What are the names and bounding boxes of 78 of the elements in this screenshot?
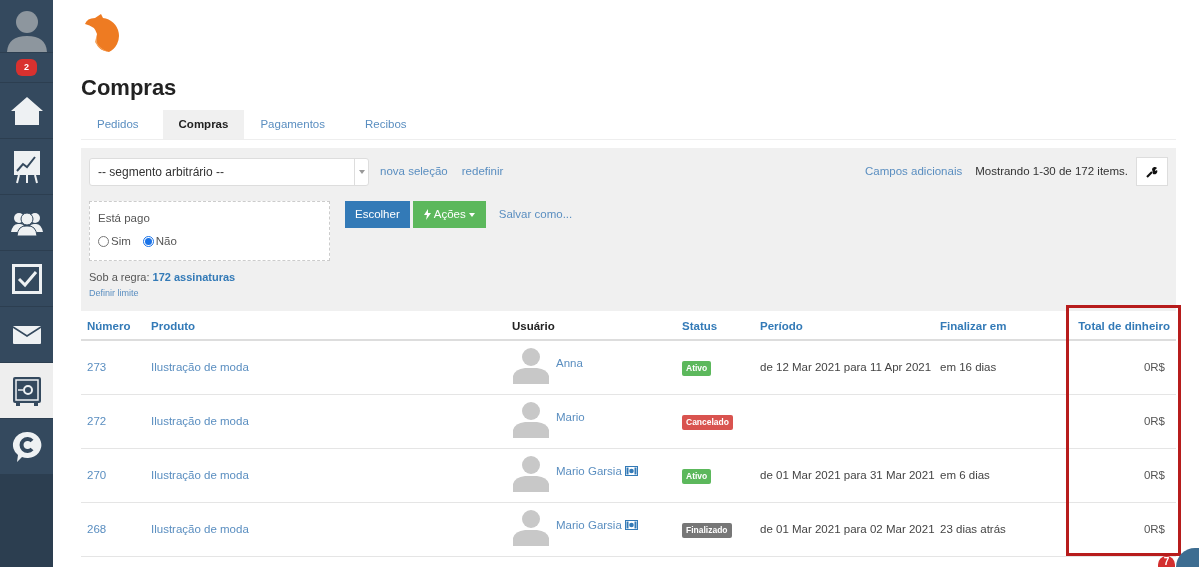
column-header[interactable]: Período [760, 320, 803, 332]
actions-button[interactable]: Ações [412, 201, 486, 228]
radio-option[interactable]: Sim [98, 233, 131, 251]
column-header: Usuário [512, 320, 555, 332]
end-time-text: 23 dias atrás [940, 522, 1006, 535]
tab[interactable]: Recibos [349, 110, 423, 139]
column-header[interactable]: Produto [151, 320, 196, 332]
sidebar-item[interactable] [0, 139, 53, 195]
radio-icon[interactable] [98, 236, 109, 248]
link[interactable]: nova seleção [380, 162, 448, 181]
sidebar-item[interactable] [0, 307, 53, 363]
period-text: de 12 Mar 2021 para 11 Apr 2021 [760, 360, 932, 373]
chat-icon [11, 430, 42, 463]
user-avatar-icon [512, 507, 550, 546]
order-number-link[interactable]: 268 [87, 522, 107, 535]
column-header[interactable]: Status [682, 320, 718, 332]
tab[interactable]: Compras [162, 110, 245, 139]
user-avatar-icon [512, 345, 550, 384]
total-amount: 0R$ [1143, 414, 1165, 427]
home-icon [9, 95, 44, 126]
tab[interactable]: Pedidos [81, 110, 155, 139]
end-time-text: em 16 dias [940, 360, 997, 373]
sidebar-item[interactable] [0, 83, 53, 139]
user-link[interactable]: Anna [556, 354, 583, 372]
product-link[interactable]: Ilustração de moda [151, 360, 249, 373]
tab[interactable]: Pagamentos [244, 110, 341, 139]
notification-badge: 2 [16, 58, 37, 77]
caret-icon [468, 212, 475, 217]
order-number-link[interactable]: 270 [87, 468, 107, 481]
total-amount: 0R$ [1143, 522, 1165, 535]
order-number-link[interactable]: 272 [87, 414, 107, 427]
condition-label: Está pago [98, 211, 151, 226]
set-limit-link[interactable]: Definir limite [89, 286, 139, 300]
product-link[interactable]: Ilustração de moda [151, 522, 249, 535]
items-count: Mostrando 1-30 de 172 items. [975, 163, 1128, 179]
product-link[interactable]: Ilustração de moda [151, 468, 249, 481]
caret-icon [358, 169, 365, 174]
choose-button[interactable]: Escolher [345, 201, 410, 228]
lightning-icon [423, 209, 431, 220]
column-header[interactable]: Total de dinheiro [1078, 320, 1170, 332]
segment-select[interactable]: -- segmento arbitrário -- [89, 157, 369, 186]
chart-icon [12, 149, 41, 184]
wrench-icon [1146, 165, 1158, 178]
sidebar-item[interactable] [0, 251, 53, 307]
save-as-link[interactable]: Salvar como... [498, 205, 573, 224]
status-badge: Ativo [682, 468, 712, 484]
status-badge: Ativo [682, 360, 712, 376]
total-amount: 0R$ [1143, 468, 1165, 481]
status-badge: Cancelado [682, 414, 733, 430]
rule-text: Sob a regra: 172 assinaturas [89, 270, 237, 285]
chat-button[interactable] [1176, 548, 1199, 567]
radio-option[interactable]: Não [142, 233, 177, 251]
column-header[interactable]: Número [87, 320, 131, 332]
total-amount: 0R$ [1143, 360, 1165, 373]
additional-fields-link[interactable]: Campos adicionais [865, 162, 963, 181]
page-title: Compras [81, 74, 178, 102]
order-number-link[interactable]: 273 [87, 360, 107, 373]
sidebar-item[interactable] [0, 195, 53, 251]
period-text: de 01 Mar 2021 para 31 Mar 2021 [760, 468, 935, 481]
user-avatar-icon [512, 399, 550, 438]
status-badge: Finalizado [682, 522, 732, 538]
user-link[interactable]: Mario Garsia [556, 462, 622, 480]
checkbox-icon [11, 263, 42, 294]
column-header[interactable]: Finalizar em [940, 320, 1007, 332]
product-link[interactable]: Ilustração de moda [151, 414, 249, 427]
mail-icon [12, 325, 41, 344]
user-avatar-icon [512, 453, 550, 492]
sidebar-item[interactable] [0, 419, 53, 475]
sidebar-item[interactable] [0, 363, 53, 419]
link[interactable]: redefinir [461, 162, 504, 181]
user-link[interactable]: Mario [556, 408, 585, 426]
end-time-text: em 6 dias [940, 468, 990, 481]
settings-button[interactable] [1136, 157, 1168, 186]
safe-icon [11, 375, 42, 406]
avatar-icon[interactable] [6, 8, 47, 52]
period-text: de 01 Mar 2021 para 02 Mar 2021 [760, 522, 935, 535]
chat-badge: 7 [1158, 556, 1175, 567]
user-link[interactable]: Mario Garsia [556, 516, 622, 534]
